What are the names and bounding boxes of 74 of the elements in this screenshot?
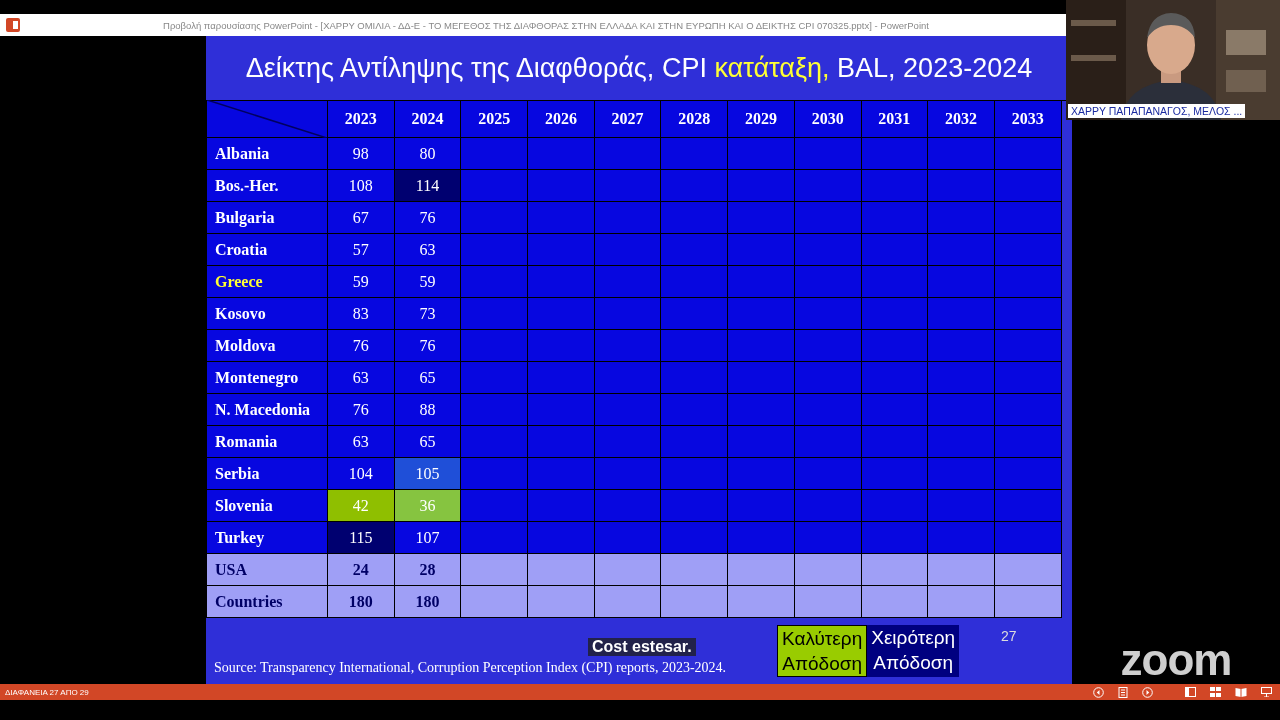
column-header: 2031 [861, 101, 929, 138]
country-cell: Moldova [206, 330, 328, 362]
value-cell: 108 [328, 170, 395, 202]
value-cell: 104 [328, 458, 395, 490]
value-cell: 88 [394, 394, 462, 426]
zoom-logo: zoom [1120, 638, 1232, 682]
country-cell: Montenegro [206, 362, 328, 394]
legend-box: Καλύτερη Απόδοση [777, 625, 868, 677]
value-cell: 76 [394, 202, 462, 234]
country-cell: Countries [206, 586, 328, 618]
normal-view-icon[interactable] [1185, 687, 1196, 697]
column-header: 2033 [994, 101, 1062, 138]
notes-icon[interactable] [1118, 686, 1128, 698]
value-cell: 59 [328, 266, 395, 298]
legend-box: Χειρότερη Απόδοση [867, 625, 960, 677]
value-cell: 83 [328, 298, 395, 330]
powerpoint-icon [6, 18, 20, 32]
slide-sorter-icon[interactable] [1210, 687, 1221, 697]
value-cell: 28 [394, 554, 462, 586]
country-cell: Turkey [206, 522, 328, 554]
value-cell: 76 [328, 330, 395, 362]
value-cell: 63 [328, 362, 395, 394]
live-caption: Cost estesar. [588, 638, 696, 656]
value-cell: 98 [328, 138, 395, 170]
value-cell: 76 [394, 330, 462, 362]
next-icon[interactable] [1142, 686, 1153, 698]
value-cell: 63 [328, 426, 395, 458]
participant-name: ΧΑΡΡΥ ΠΑΠΑΠΑΝΑΓΟΣ, ΜΕΛΟΣ ... [1068, 104, 1246, 118]
value-cell: 115 [328, 522, 395, 554]
country-cell: Bos.-Her. [206, 170, 328, 202]
country-cell: Bulgaria [206, 202, 328, 234]
slideshow-icon[interactable] [1261, 687, 1272, 697]
value-cell: 105 [394, 458, 462, 490]
country-cell: Slovenia [206, 490, 328, 522]
slide-number: 27 [1001, 628, 1017, 644]
value-cell: 107 [394, 522, 462, 554]
column-header: 2026 [528, 101, 595, 138]
country-cell: Albania [206, 138, 328, 170]
value-cell: 180 [328, 586, 395, 618]
column-header: 2023 [328, 101, 395, 138]
column-header: 2032 [928, 101, 995, 138]
country-cell: Kosovo [206, 298, 328, 330]
value-cell: 67 [328, 202, 395, 234]
value-cell: 65 [394, 362, 462, 394]
value-cell: 80 [394, 138, 462, 170]
value-cell: 42 [328, 490, 395, 522]
value-cell: 36 [394, 490, 462, 522]
previous-icon[interactable] [1093, 686, 1104, 698]
column-header: 2029 [728, 101, 795, 138]
column-header: 2025 [461, 101, 529, 138]
column-header: 2030 [794, 101, 862, 138]
country-cell: Croatia [206, 234, 328, 266]
country-cell: Romania [206, 426, 328, 458]
value-cell: 59 [394, 266, 462, 298]
value-cell: 24 [328, 554, 395, 586]
value-cell: 76 [328, 394, 395, 426]
value-cell: 180 [394, 586, 462, 618]
slide-counter: ΔΙΑΦΑΝΕΙΑ 27 ΑΠΟ 29 [5, 687, 89, 697]
value-cell: 114 [394, 170, 462, 202]
reading-view-icon[interactable] [1235, 687, 1247, 697]
slide-title: Δείκτης Αντίληψης της Διαφθοράς, CPI κατάταξη, BAL, 2023-2024 [244, 51, 1034, 85]
source-note: Source: Transparency International, Corruption Perception Index (CPI) reports, 2023-2024. [214, 660, 727, 676]
value-cell: 63 [394, 234, 462, 266]
value-cell: 65 [394, 426, 462, 458]
column-header: 2027 [594, 101, 662, 138]
value-cell: 57 [328, 234, 395, 266]
country-cell: Serbia [206, 458, 328, 490]
column-header: 2028 [661, 101, 729, 138]
value-cell: 73 [394, 298, 462, 330]
country-cell: USA [206, 554, 328, 586]
window-title: Προβολή παρουσίασης PowerPoint - [ΧΑΡΡΥ ΟΜΙΛΙΑ - ΔΔ-Ε - ΤΟ ΜΕΓΕΘΟΣ ΤΗΣ ΔΙΑΦΘΟΡΑΣ ΣΤΗΝ ΕΛΛΑΔΑ ΚΑΙ ΣΤΗΝ ΕΥΡΩΠΗ ΚΑΙ Ο ΔΕΙΚΤΗΣ CPI 070325.pptx] - PowerPoint [162, 19, 930, 31]
country-cell: Greece [206, 266, 328, 298]
column-header: 2024 [394, 101, 462, 138]
country-cell: N. Macedonia [206, 394, 328, 426]
